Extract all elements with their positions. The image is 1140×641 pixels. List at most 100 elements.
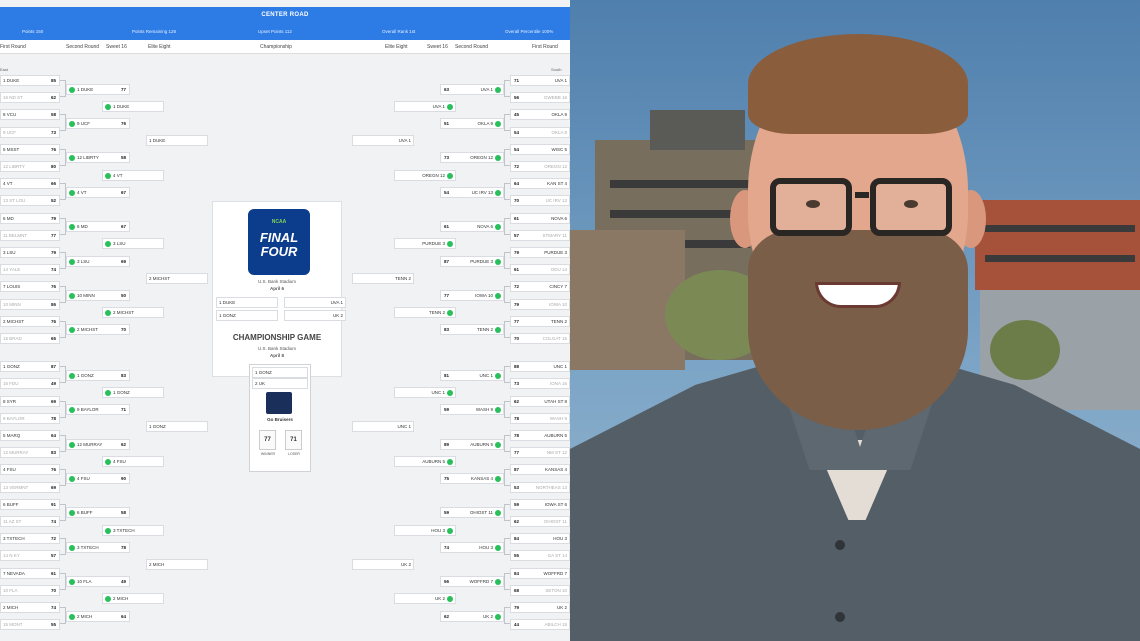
left-r1-slot[interactable]: 7 LOUIS 76 xyxy=(0,281,60,292)
right-r1-slot[interactable]: AUBURN 5 78 xyxy=(510,430,570,441)
right-r1-slot[interactable]: OKLA 9 45 xyxy=(510,109,570,120)
right-r2-slot[interactable]: OREGN 12 73 xyxy=(440,152,504,163)
left-r2-slot[interactable]: 4 FSU 90 xyxy=(66,473,130,484)
left-r1-slot[interactable]: 9 BAYLOR 78 xyxy=(0,413,60,424)
left-r2-slot[interactable]: 3 LSU 69 xyxy=(66,256,130,267)
left-r2-slot[interactable]: 3 TXTECH 78 xyxy=(66,542,130,553)
right-r1-slot[interactable]: ABILCH 15 44 xyxy=(510,619,570,630)
championship-team-2[interactable]: 2 UK xyxy=(252,378,308,389)
right-s16-slot[interactable]: TENN 2 xyxy=(394,307,456,318)
left-r1-slot[interactable]: 8 SYR 69 xyxy=(0,396,60,407)
left-r1-slot[interactable]: 6 MD 79 xyxy=(0,213,60,224)
right-r2-slot[interactable]: UK 2 62 xyxy=(440,611,504,622)
left-s16-slot[interactable]: 4 FSU xyxy=(102,456,164,467)
right-r1-slot[interactable]: COLGAT 15 70 xyxy=(510,333,570,344)
left-r2-slot[interactable]: 1 DUKE 77 xyxy=(66,84,130,95)
left-s16-slot[interactable]: 4 VT xyxy=(102,170,164,181)
right-r1-slot[interactable]: CINCY 7 72 xyxy=(510,281,570,292)
right-r1-slot[interactable]: NORTHEAS 13 53 xyxy=(510,482,570,493)
right-s16-slot[interactable]: PURDUE 3 xyxy=(394,238,456,249)
left-r1-slot[interactable]: 1 GONZ 87 xyxy=(0,361,60,372)
right-r2-slot[interactable]: UVA 1 63 xyxy=(440,84,504,95)
left-r1-slot[interactable]: 12 MURRAY 83 xyxy=(0,447,60,458)
right-r1-slot[interactable]: IONA 16 73 xyxy=(510,378,570,389)
right-r1-slot[interactable]: SETON 10 68 xyxy=(510,585,570,596)
left-r2-slot[interactable]: 6 BUFF 58 xyxy=(66,507,130,518)
left-r1-slot[interactable]: 10 MINN 86 xyxy=(0,299,60,310)
right-e8-slot[interactable]: UK 2 xyxy=(352,559,414,570)
right-r1-slot[interactable]: UVA 1 71 xyxy=(510,75,570,86)
right-r1-slot[interactable]: OKLA 8 54 xyxy=(510,127,570,138)
right-r2-slot[interactable]: HOU 3 74 xyxy=(440,542,504,553)
right-e8-slot[interactable]: UVA 1 xyxy=(352,135,414,146)
left-r1-slot[interactable]: 13 VERMNT 69 xyxy=(0,482,60,493)
left-r1-slot[interactable]: 14 N KY 57 xyxy=(0,550,60,561)
left-s16-slot[interactable]: 3 LSU xyxy=(102,238,164,249)
left-r1-slot[interactable]: 5 MARQ 64 xyxy=(0,430,60,441)
left-r1-slot[interactable]: 12 LIBRTY 80 xyxy=(0,161,60,172)
right-r1-slot[interactable]: WOFFRD 7 84 xyxy=(510,568,570,579)
final-four-right-team-2[interactable]: UK 2 xyxy=(284,310,346,321)
left-e8-slot[interactable]: 1 DUKE xyxy=(146,135,208,146)
left-r2-slot[interactable]: 4 VT 67 xyxy=(66,187,130,198)
right-s16-slot[interactable]: OREGN 12 xyxy=(394,170,456,181)
left-r2-slot[interactable]: 9 BAYLOR 71 xyxy=(66,404,130,415)
left-r1-slot[interactable]: 7 NEVADA 61 xyxy=(0,568,60,579)
right-r1-slot[interactable]: UK 2 79 xyxy=(510,602,570,613)
right-r1-slot[interactable]: OREGN 12 72 xyxy=(510,161,570,172)
left-r1-slot[interactable]: 5 MSST 76 xyxy=(0,144,60,155)
left-r2-slot[interactable]: 2 MICH 64 xyxy=(66,611,130,622)
left-s16-slot[interactable]: 1 DUKE xyxy=(102,101,164,112)
right-r2-slot[interactable]: WASH 9 59 xyxy=(440,404,504,415)
left-r1-slot[interactable]: 9 UCF 73 xyxy=(0,127,60,138)
left-r2-slot[interactable]: 6 MD 67 xyxy=(66,221,130,232)
left-r1-slot[interactable]: 14 YALE 74 xyxy=(0,264,60,275)
final-four-left-team-2[interactable]: 1 GONZ xyxy=(216,310,278,321)
right-r1-slot[interactable]: WISC 5 54 xyxy=(510,144,570,155)
left-r1-slot[interactable]: 11 AZ ST 74 xyxy=(0,516,60,527)
right-r1-slot[interactable]: TENN 2 77 xyxy=(510,316,570,327)
right-r1-slot[interactable]: NOVA 6 61 xyxy=(510,213,570,224)
left-e8-slot[interactable]: 2 MICH xyxy=(146,559,208,570)
right-s16-slot[interactable]: HOU 3 xyxy=(394,525,456,536)
right-r1-slot[interactable]: WASH 9 78 xyxy=(510,413,570,424)
left-r1-slot[interactable]: 8 VCU 58 xyxy=(0,109,60,120)
left-r1-slot[interactable]: 16 ND ST 62 xyxy=(0,92,60,103)
left-r1-slot[interactable]: 6 BUFF 91 xyxy=(0,499,60,510)
left-r1-slot[interactable]: 13 ST LOU 52 xyxy=(0,195,60,206)
left-r2-slot[interactable]: 10 FLA 49 xyxy=(66,576,130,587)
left-r2-slot[interactable]: 1 GONZ 83 xyxy=(66,370,130,381)
right-r2-slot[interactable]: UC IRV 13 54 xyxy=(440,187,504,198)
left-s16-slot[interactable]: 1 GONZ xyxy=(102,387,164,398)
right-r2-slot[interactable]: WOFFRD 7 56 xyxy=(440,576,504,587)
right-s16-slot[interactable]: UK 2 xyxy=(394,593,456,604)
left-s16-slot[interactable]: 2 MICHST xyxy=(102,307,164,318)
left-r1-slot[interactable]: 11 BELMNT 77 xyxy=(0,230,60,241)
right-r1-slot[interactable]: UC IRV 13 70 xyxy=(510,195,570,206)
right-r1-slot[interactable]: HOU 3 84 xyxy=(510,533,570,544)
championship-team-1[interactable]: 1 GONZ xyxy=(252,367,308,378)
right-r1-slot[interactable]: IOWA 10 79 xyxy=(510,299,570,310)
left-r2-slot[interactable]: 9 UCF 76 xyxy=(66,118,130,129)
left-r2-slot[interactable]: 2 MICHST 70 xyxy=(66,324,130,335)
left-r1-slot[interactable]: 15 BRAD 65 xyxy=(0,333,60,344)
left-r1-slot[interactable]: 3 TXTECH 72 xyxy=(0,533,60,544)
right-r2-slot[interactable]: AUBURN 5 89 xyxy=(440,439,504,450)
right-r1-slot[interactable]: PURDUE 3 79 xyxy=(510,247,570,258)
left-r1-slot[interactable]: 10 FLA 70 xyxy=(0,585,60,596)
left-e8-slot[interactable]: 2 MICHST xyxy=(146,273,208,284)
right-r1-slot[interactable]: IOWA ST 6 59 xyxy=(510,499,570,510)
final-four-left-team-1[interactable]: 1 DUKE xyxy=(216,297,278,308)
right-e8-slot[interactable]: UNC 1 xyxy=(352,421,414,432)
left-s16-slot[interactable]: 3 TXTECH xyxy=(102,525,164,536)
right-r2-slot[interactable]: UNC 1 81 xyxy=(440,370,504,381)
right-r1-slot[interactable]: STMARY 11 57 xyxy=(510,230,570,241)
left-r2-slot[interactable]: 10 MINN 50 xyxy=(66,290,130,301)
right-s16-slot[interactable]: AUBURN 5 xyxy=(394,456,456,467)
left-r1-slot[interactable]: 1 DUKE 85 xyxy=(0,75,60,86)
left-r1-slot[interactable]: 15 MONT 55 xyxy=(0,619,60,630)
left-r1-slot[interactable]: 4 VT 66 xyxy=(0,178,60,189)
right-r2-slot[interactable]: KANSAS 4 75 xyxy=(440,473,504,484)
right-e8-slot[interactable]: TENN 2 xyxy=(352,273,414,284)
left-r2-slot[interactable]: 12 MURRAY 62 xyxy=(66,439,130,450)
